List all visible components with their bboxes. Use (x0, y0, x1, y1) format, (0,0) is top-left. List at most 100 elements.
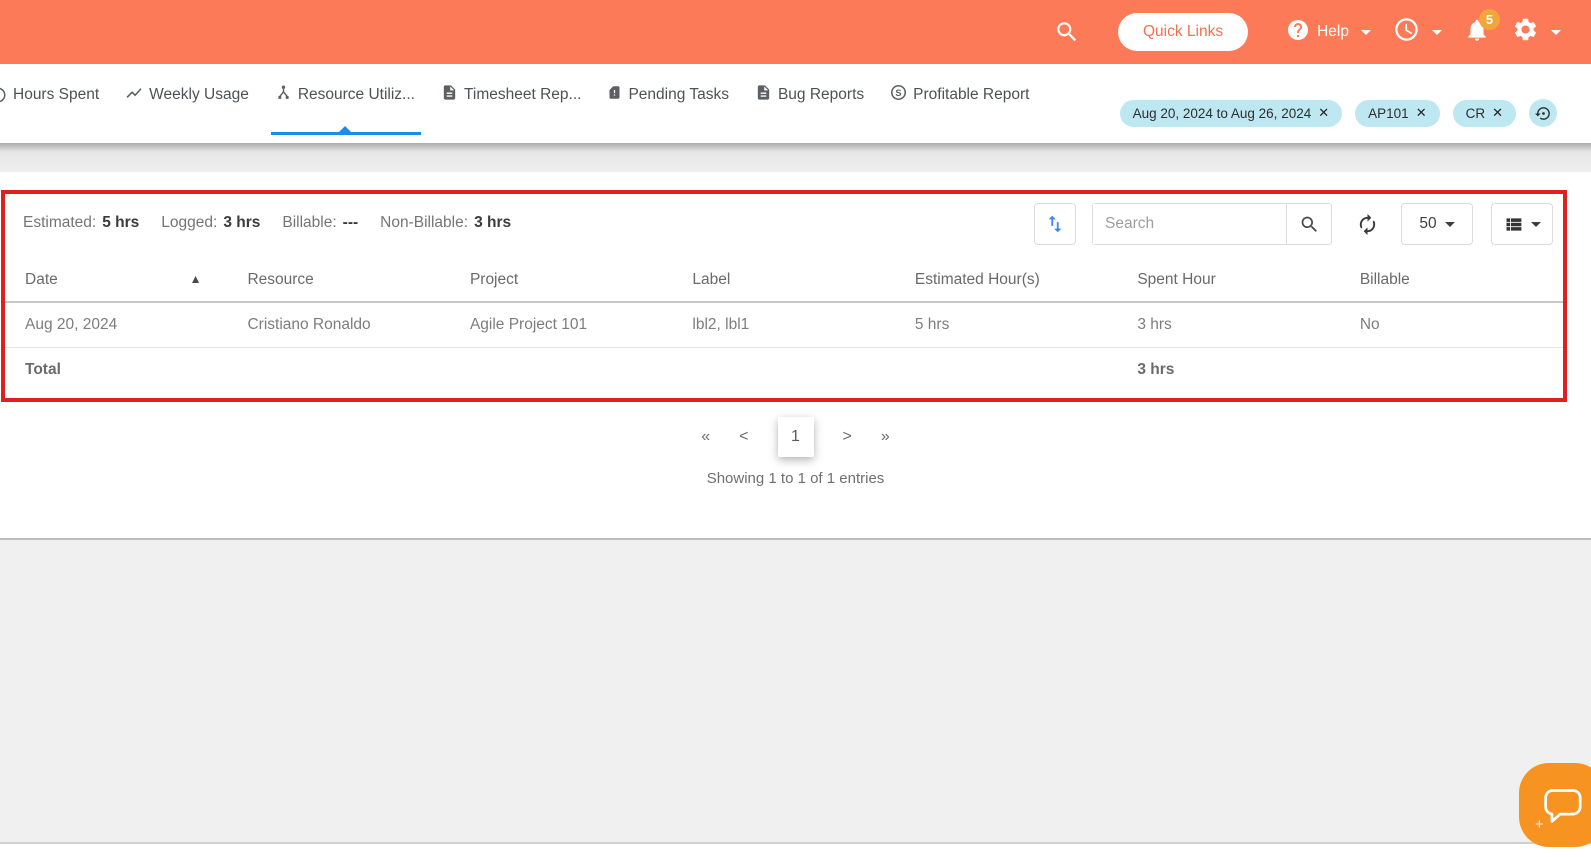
column-header-estimated[interactable]: Estimated Hour(s) (895, 258, 1117, 302)
tab-label: Weekly Usage (149, 86, 249, 104)
stat-label: Estimated: (23, 214, 96, 232)
chip-label: CR (1466, 106, 1486, 121)
stat-non-billable: Non-Billable: 3 hrs (380, 214, 511, 232)
chevron-down-icon (1445, 222, 1455, 227)
stat-label: Non-Billable: (380, 214, 468, 232)
clock-icon (1393, 16, 1420, 48)
filter-chip-date-range[interactable]: Aug 20, 2024 to Aug 26, 2024 ✕ (1120, 100, 1343, 127)
tab-label: Bug Reports (778, 86, 864, 104)
stat-value: 5 hrs (102, 214, 139, 232)
entries-summary: Showing 1 to 1 of 1 entries (0, 470, 1591, 487)
footer-area (0, 538, 1591, 844)
quick-links-button[interactable]: Quick Links (1118, 13, 1248, 51)
column-header-spent[interactable]: Spent Hour (1117, 258, 1339, 302)
tab-label: Pending Tasks (628, 86, 729, 104)
report-tab-bar: Hours Spent Weekly Usage Resource Utiliz… (0, 64, 1591, 143)
tab-label: Resource Utiliz... (298, 86, 415, 104)
cell-billable: No (1340, 302, 1563, 347)
report-table: Date ▲ Resource Project Label Estimated … (5, 258, 1563, 392)
active-filters: Aug 20, 2024 to Aug 26, 2024 ✕ AP101 ✕ C… (1120, 99, 1557, 127)
tab-profitable-report[interactable]: S Profitable Report (890, 81, 1029, 109)
stat-label: Billable: (282, 214, 336, 232)
settings-menu[interactable] (1512, 16, 1561, 48)
close-icon[interactable]: ✕ (1416, 105, 1427, 121)
search-input[interactable] (1093, 204, 1286, 244)
help-label: Help (1317, 23, 1349, 41)
chat-bubble-icon (1540, 785, 1584, 825)
pagination: « < 1 > » (0, 417, 1591, 457)
sort-arrows-icon (1044, 213, 1066, 235)
first-page-button[interactable]: « (701, 428, 710, 446)
page-size-value: 50 (1419, 215, 1436, 233)
refresh-button[interactable] (1356, 213, 1379, 236)
last-page-button[interactable]: » (881, 428, 890, 446)
chevron-down-icon (1361, 30, 1371, 35)
page: Quick Links Help 5 (0, 0, 1591, 857)
total-spent-hour: 3 hrs (1117, 347, 1339, 392)
history-icon (1535, 105, 1552, 122)
cell-project: Agile Project 101 (450, 302, 672, 347)
help-menu[interactable]: Help (1286, 18, 1371, 47)
table-toolbar: 50 (1034, 203, 1553, 245)
column-header-resource[interactable]: Resource (227, 258, 449, 302)
column-header-label[interactable]: Label (672, 258, 894, 302)
time-log-menu[interactable] (1393, 16, 1442, 48)
stat-value: 3 hrs (474, 214, 511, 232)
stat-billable: Billable: --- (282, 214, 358, 232)
tab-weekly-usage[interactable]: Weekly Usage (125, 81, 249, 109)
chevron-down-icon (1432, 30, 1442, 35)
filter-chip-project[interactable]: AP101 ✕ (1355, 100, 1439, 127)
chevron-down-icon (1551, 30, 1561, 35)
close-icon[interactable]: ✕ (1318, 105, 1329, 121)
alert-icon (607, 84, 622, 106)
hub-icon (275, 84, 292, 106)
column-header-project[interactable]: Project (450, 258, 672, 302)
stat-label: Logged: (161, 214, 217, 232)
tab-timesheet-report[interactable]: Timesheet Rep... (441, 81, 581, 109)
reset-filters-button[interactable] (1529, 99, 1557, 127)
sort-order-button[interactable] (1034, 203, 1076, 245)
cell-estimated: 5 hrs (895, 302, 1117, 347)
notification-badge: 5 (1479, 9, 1500, 30)
filter-chip-resource[interactable]: CR ✕ (1453, 100, 1516, 127)
search-submit-button[interactable] (1286, 204, 1331, 244)
column-settings-dropdown[interactable] (1491, 203, 1553, 245)
tab-label: Profitable Report (913, 86, 1029, 104)
app-header: Quick Links Help 5 (0, 0, 1591, 64)
prev-page-button[interactable]: < (739, 428, 748, 446)
chat-launcher-button[interactable]: + (1519, 763, 1591, 847)
table-row: Aug 20, 2024 Cristiano Ronaldo Agile Pro… (5, 302, 1563, 347)
trend-icon (125, 84, 143, 107)
tab-label: Timesheet Rep... (464, 86, 581, 104)
document-icon (441, 84, 458, 106)
stat-estimated: Estimated: 5 hrs (23, 214, 139, 232)
list-icon (1503, 214, 1524, 235)
cell-label: lbl2, lbl1 (672, 302, 894, 347)
page-size-dropdown[interactable]: 50 (1401, 203, 1473, 245)
header-actions: Quick Links Help 5 (1054, 13, 1591, 51)
cell-resource: Cristiano Ronaldo (227, 302, 449, 347)
column-header-billable[interactable]: Billable (1340, 258, 1563, 302)
next-page-button[interactable]: > (843, 428, 852, 446)
chip-label: Aug 20, 2024 to Aug 26, 2024 (1133, 106, 1312, 121)
cell-date: Aug 20, 2024 (5, 302, 227, 347)
table-search (1092, 203, 1332, 245)
svg-text:S: S (896, 88, 902, 98)
tab-label: Hours Spent (13, 86, 99, 104)
tab-hours-spent[interactable]: Hours Spent (0, 81, 99, 109)
close-icon[interactable]: ✕ (1492, 105, 1503, 121)
current-page-button[interactable]: 1 (778, 417, 814, 457)
chevron-down-icon (1531, 222, 1541, 227)
stat-logged: Logged: 3 hrs (161, 214, 260, 232)
tab-bug-reports[interactable]: Bug Reports (755, 81, 864, 109)
highlighted-report-panel: Estimated: 5 hrs Logged: 3 hrs Billable:… (1, 190, 1567, 402)
tab-resource-utilization[interactable]: Resource Utiliz... (275, 81, 415, 109)
tab-pending-tasks[interactable]: Pending Tasks (607, 81, 729, 109)
notifications-button[interactable]: 5 (1464, 17, 1490, 48)
column-header-date[interactable]: Date ▲ (5, 258, 227, 302)
cell-spent: 3 hrs (1117, 302, 1339, 347)
table-header-row: Date ▲ Resource Project Label Estimated … (5, 258, 1563, 302)
help-icon (1286, 18, 1310, 47)
search-icon[interactable] (1054, 19, 1080, 45)
dollar-icon: S (890, 84, 907, 106)
